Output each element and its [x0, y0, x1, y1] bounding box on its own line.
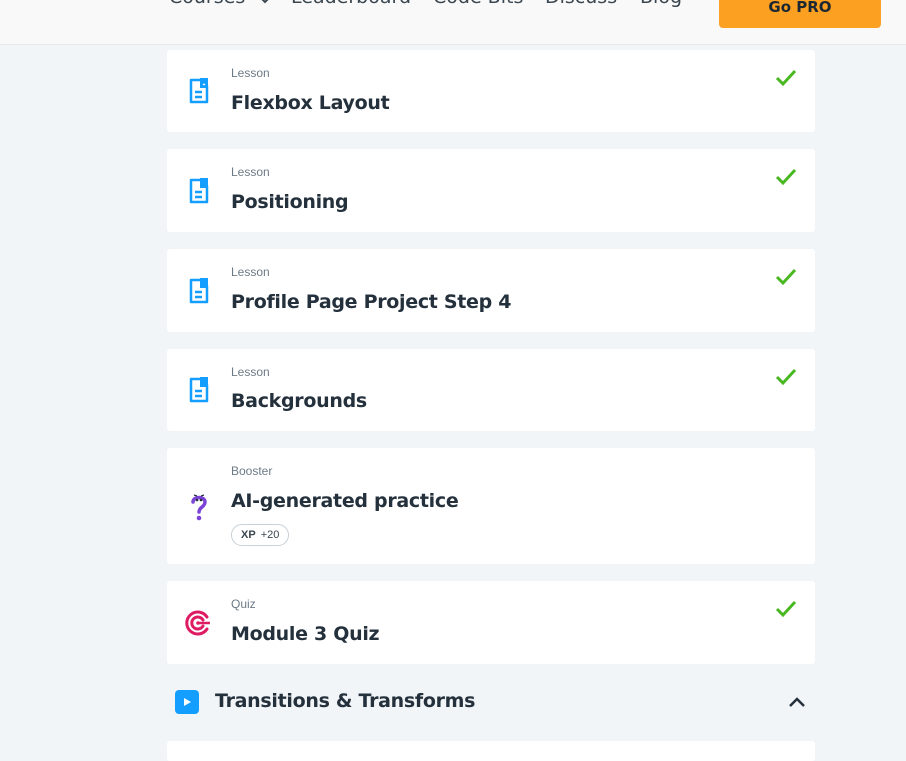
- nav-leaderboard[interactable]: Leaderboard: [291, 0, 411, 8]
- card-type-label: Lesson: [231, 66, 270, 80]
- card-title: Module 3 Quiz: [231, 623, 380, 645]
- checkmark-icon: [775, 599, 797, 619]
- nav-discuss[interactable]: Discuss: [545, 0, 617, 8]
- card-type-label: Quiz: [231, 597, 256, 611]
- chevron-up-icon[interactable]: [787, 694, 807, 710]
- chevron-down-icon: [259, 0, 271, 9]
- card-type-label: Lesson: [231, 265, 270, 279]
- card-title: Flexbox Layout: [231, 92, 390, 114]
- play-icon: [175, 690, 199, 714]
- checkmark-icon: [775, 267, 797, 287]
- card-title: Backgrounds: [231, 390, 367, 412]
- section-title: Transitions & Transforms: [215, 690, 476, 712]
- lesson-icon: [185, 277, 213, 305]
- card-title: Positioning: [231, 191, 349, 213]
- booster-card[interactable]: Booster AI-generated practice XP +20: [167, 448, 815, 564]
- nav-blog[interactable]: Blog: [640, 0, 682, 8]
- nav-courses[interactable]: Courses: [169, 0, 271, 9]
- card-type-label: Booster: [231, 464, 273, 478]
- target-icon: [185, 609, 213, 637]
- card-type-label: Lesson: [231, 365, 270, 379]
- lesson-card[interactable]: Lesson Backgrounds: [167, 349, 815, 431]
- top-navigation: Courses Leaderboard Code Bits Discuss Bl…: [0, 0, 906, 45]
- checkmark-icon: [775, 68, 797, 88]
- card-type-label: Lesson: [231, 165, 270, 179]
- question-mark-icon: [185, 493, 213, 521]
- xp-badge: XP +20: [231, 524, 290, 546]
- card-title: AI-generated practice: [231, 490, 459, 512]
- go-pro-button[interactable]: Go PRO: [719, 0, 881, 28]
- lesson-card[interactable]: [167, 741, 815, 761]
- lesson-card[interactable]: Lesson Profile Page Project Step 4: [167, 249, 815, 332]
- lesson-card[interactable]: Lesson Flexbox Layout: [167, 50, 815, 132]
- xp-label: XP: [241, 529, 256, 541]
- lesson-icon: [185, 177, 213, 205]
- checkmark-icon: [775, 167, 797, 187]
- lesson-card[interactable]: Lesson Positioning: [167, 149, 815, 232]
- lesson-icon: [185, 376, 213, 404]
- checkmark-icon: [775, 367, 797, 387]
- module-section-header[interactable]: Transitions & Transforms: [167, 684, 815, 722]
- xp-value: +20: [260, 529, 280, 541]
- lesson-icon: [185, 77, 213, 105]
- nav-code-bits[interactable]: Code Bits: [433, 0, 523, 8]
- quiz-card[interactable]: Quiz Module 3 Quiz: [167, 581, 815, 664]
- card-title: Profile Page Project Step 4: [231, 291, 512, 313]
